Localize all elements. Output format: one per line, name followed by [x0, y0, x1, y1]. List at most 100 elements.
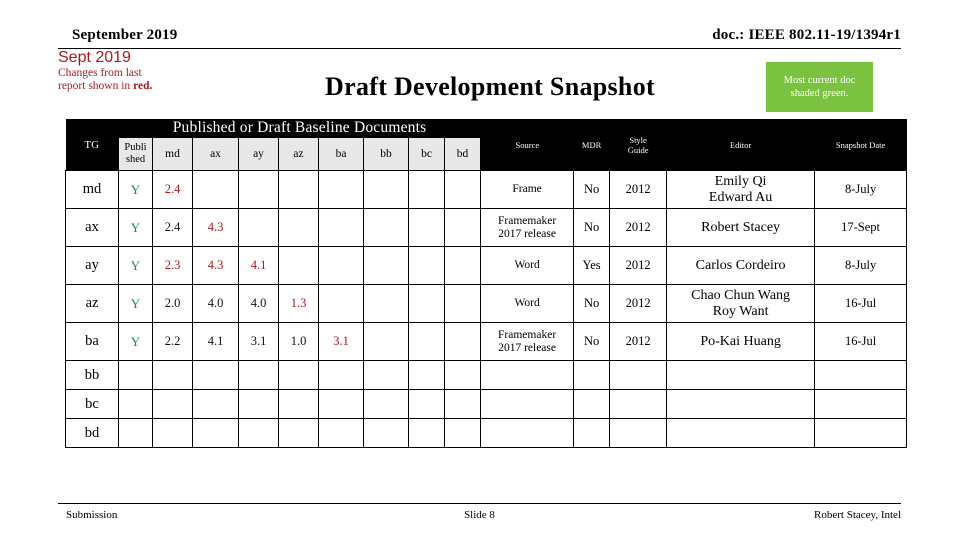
cell-snapshot-date: 17-Sept — [814, 208, 908, 247]
cell-published: Y — [118, 208, 153, 247]
cell-az — [278, 389, 319, 419]
change-note-emphasis: red. — [133, 80, 153, 92]
cell-bd — [443, 208, 482, 247]
cell-mdr: No — [573, 170, 611, 209]
subheader-bc: bc — [408, 137, 445, 171]
cell-mdr: No — [573, 284, 611, 323]
cell-source: Framemaker 2017 release — [480, 208, 575, 247]
header-style-guide: Style Guide — [609, 119, 667, 171]
header-editor: Editor — [666, 119, 815, 171]
cell-ay: 4.1 — [238, 246, 279, 285]
legend-green-box: Most current doc shaded green. — [766, 62, 873, 112]
cell-md — [152, 389, 193, 419]
cell-mdr — [573, 418, 611, 448]
cell-tg: ay — [65, 246, 119, 285]
cell-az — [278, 360, 319, 390]
cell-bb — [363, 284, 409, 323]
cell-ba — [318, 208, 364, 247]
cell-az — [278, 246, 319, 285]
cell-bb — [363, 208, 409, 247]
cell-editor: Emily Qi Edward Au — [666, 170, 816, 209]
cell-style-guide — [609, 389, 668, 419]
cell-mdr: Yes — [573, 246, 611, 285]
subheader-published-line1: Publi — [124, 142, 147, 153]
cell-snapshot-date: 8-July — [814, 170, 908, 209]
header-snapshot-date: Snapshot Date — [814, 119, 907, 171]
header-style-guide-line2: Guide — [627, 144, 649, 155]
cell-bb — [363, 418, 409, 448]
cell-ax — [192, 360, 239, 390]
cell-bb — [363, 360, 409, 390]
change-note: Sept 2019 Changes from last report shown… — [58, 48, 248, 93]
subheader-published-line2: shed — [125, 154, 146, 165]
cell-bd — [443, 389, 482, 419]
subheader-ax: ax — [192, 137, 239, 171]
cell-style-guide: 2012 — [609, 208, 668, 247]
table-row: ba Y 2.2 4.1 3.1 1.0 3.1 Framemaker 2017… — [65, 322, 908, 361]
cell-editor — [666, 389, 816, 419]
cell-snapshot-date: 16-Jul — [814, 284, 908, 323]
cell-editor: Po-Kai Huang — [666, 322, 816, 361]
table-row: bb — [65, 360, 908, 390]
cell-source — [480, 389, 575, 419]
footer-divider — [58, 503, 901, 504]
header-date: September 2019 — [72, 27, 178, 43]
cell-bc — [408, 360, 445, 390]
cell-editor — [666, 360, 816, 390]
cell-style-guide: 2012 — [609, 284, 668, 323]
cell-tg: bb — [65, 360, 119, 390]
subheader-md: md — [152, 137, 193, 171]
cell-ay — [238, 418, 279, 448]
cell-published: Y — [118, 284, 153, 323]
cell-source: Word — [480, 284, 575, 323]
cell-mdr: No — [573, 322, 611, 361]
legend-line1: Most current doc — [783, 75, 856, 86]
cell-source-line1: Framemaker — [498, 214, 557, 227]
cell-published: Y — [118, 322, 153, 361]
table-row: bd — [65, 418, 908, 448]
cell-ay — [238, 208, 279, 247]
subheader-ay: ay — [238, 137, 279, 171]
cell-md: 2.0 — [152, 284, 193, 323]
cell-bb — [363, 170, 409, 209]
cell-style-guide — [609, 360, 668, 390]
cell-bd — [443, 170, 482, 209]
cell-snapshot-date: 16-Jul — [814, 322, 908, 361]
cell-style-guide: 2012 — [609, 246, 668, 285]
cell-ba — [318, 360, 364, 390]
cell-ba — [318, 418, 364, 448]
cell-md — [152, 418, 193, 448]
cell-bd — [443, 246, 482, 285]
subheader-az: az — [278, 137, 319, 171]
cell-md — [152, 360, 193, 390]
cell-editor: Robert Stacey — [666, 208, 816, 247]
cell-editor — [666, 418, 816, 448]
table-row: bc — [65, 389, 908, 419]
cell-ay — [238, 389, 279, 419]
footer-slide-number: Slide 8 — [464, 509, 495, 521]
cell-ba: 3.1 — [318, 322, 364, 361]
cell-source-line1: Word — [514, 259, 540, 271]
cell-md: 2.4 — [152, 208, 193, 247]
cell-ba — [318, 389, 364, 419]
cell-ay: 3.1 — [238, 322, 279, 361]
cell-editor-line1: Robert Stacey — [701, 219, 781, 235]
cell-style-guide: 2012 — [609, 322, 668, 361]
cell-editor-line1: Carlos Cordeiro — [695, 257, 786, 273]
cell-mdr: No — [573, 208, 611, 247]
cell-md: 2.2 — [152, 322, 193, 361]
cell-ax: 4.3 — [192, 208, 239, 247]
cell-ax — [192, 389, 239, 419]
cell-editor-line1: Emily Qi — [714, 173, 767, 189]
cell-snapshot-date — [814, 360, 908, 390]
change-note-body: Changes from last report shown in red. — [58, 67, 248, 93]
cell-snapshot-date: 8-July — [814, 246, 908, 285]
subheader-published: Publi shed — [118, 137, 153, 171]
cell-bd — [443, 284, 482, 323]
cell-ax — [192, 170, 239, 209]
cell-ax: 4.0 — [192, 284, 239, 323]
cell-bb — [363, 246, 409, 285]
table-row: az Y 2.0 4.0 4.0 1.3 Word No 2012 Chao C… — [65, 284, 908, 323]
cell-az: 1.3 — [278, 284, 319, 323]
cell-source: Frame — [480, 170, 575, 209]
